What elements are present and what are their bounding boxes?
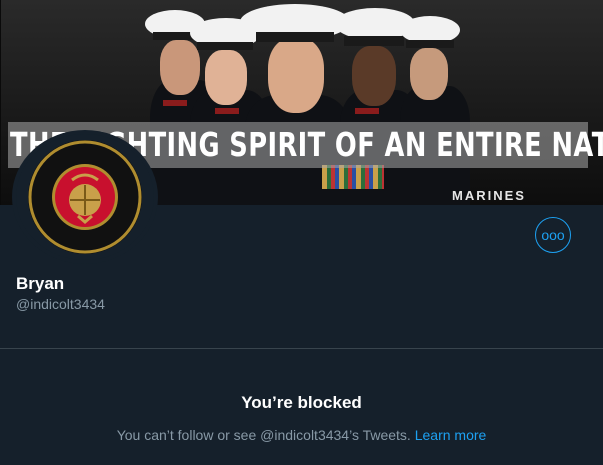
profile-handle: @indicolt3434 (16, 296, 105, 312)
learn-more-link[interactable]: Learn more (415, 427, 487, 443)
avatar[interactable] (12, 130, 158, 264)
more-dots-icon: ooo (541, 227, 565, 243)
usmc-emblem-icon (28, 140, 142, 254)
divider (0, 348, 603, 349)
blocked-message: You can’t follow or see @indicolt3434’s … (0, 427, 603, 443)
banner-edge (0, 0, 1, 205)
more-options-button[interactable]: ooo (535, 217, 571, 253)
blocked-message-text: You can’t follow or see @indicolt3434’s … (116, 427, 411, 443)
blocked-title: You’re blocked (241, 393, 362, 412)
profile-name: Bryan (16, 274, 65, 293)
banner-marines-logo: MARINES (452, 188, 526, 203)
medal-ribbons (322, 165, 384, 189)
